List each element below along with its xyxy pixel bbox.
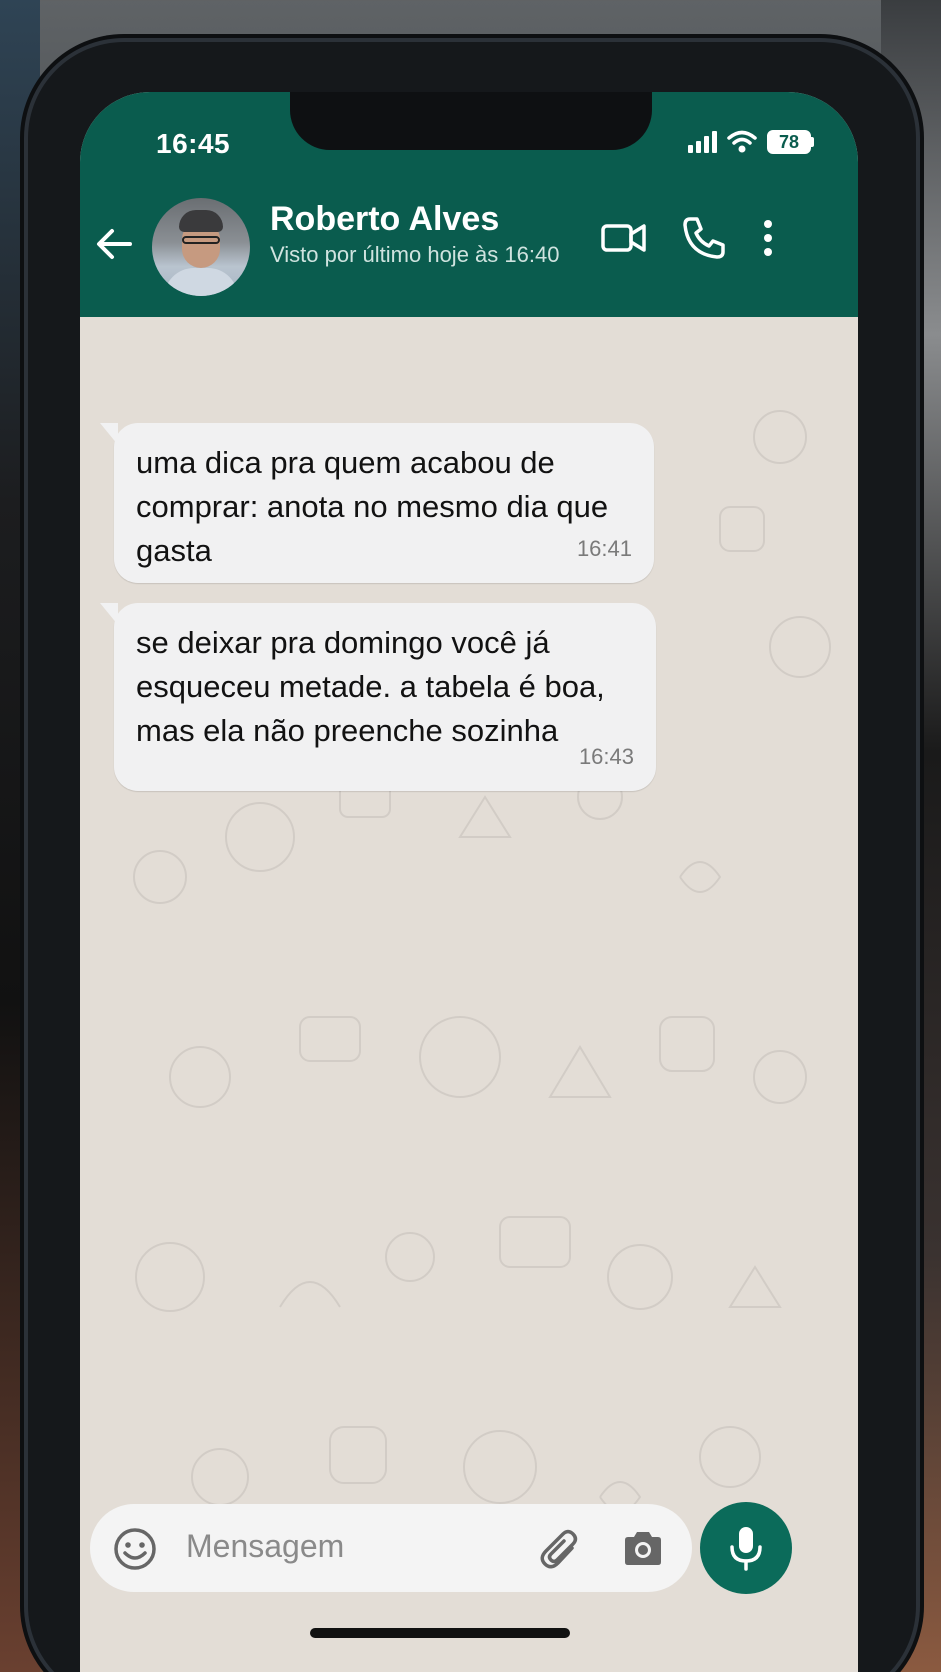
- message-text: se deixar pra domingo você já esqueceu m…: [136, 625, 605, 748]
- message-composer: Mensagem: [90, 1504, 692, 1592]
- battery-level: 78: [767, 130, 811, 154]
- attach-icon[interactable]: [538, 1526, 582, 1574]
- home-indicator[interactable]: [310, 1628, 570, 1638]
- phone-call-icon[interactable]: [680, 214, 728, 262]
- back-arrow-icon[interactable]: [92, 222, 136, 266]
- message-time: 16:41: [576, 536, 632, 561]
- status-icons: 78: [688, 130, 814, 154]
- chat-area[interactable]: uma dica pra quem acabou de comprar: ano…: [80, 317, 858, 1672]
- signal-icon: [688, 131, 717, 153]
- message-time: 16:43: [578, 744, 634, 769]
- phone-notch: [290, 92, 652, 150]
- message-input[interactable]: Mensagem: [186, 1528, 344, 1565]
- message-bubble[interactable]: se deixar pra domingo você já esqueceu m…: [100, 603, 656, 791]
- contact-name[interactable]: Roberto Alves: [270, 200, 499, 239]
- camera-icon[interactable]: [620, 1526, 666, 1572]
- phone-screen: 16:45 78 Roberto Alves Visto por último …: [80, 92, 858, 1672]
- microphone-icon: [730, 1527, 762, 1571]
- message-text: uma dica pra quem acabou de comprar: ano…: [136, 445, 609, 568]
- status-time: 16:45: [156, 128, 231, 159]
- battery-icon: 78: [767, 130, 814, 154]
- microphone-button[interactable]: [700, 1502, 792, 1594]
- message-bubble[interactable]: uma dica pra quem acabou de comprar: ano…: [100, 423, 654, 583]
- wifi-icon: [727, 130, 757, 153]
- avatar[interactable]: [150, 196, 252, 298]
- emoji-icon[interactable]: [112, 1526, 158, 1572]
- video-call-icon[interactable]: [600, 214, 648, 262]
- more-options-icon[interactable]: [756, 214, 780, 262]
- contact-last-seen: Visto por último hoje às 16:40: [270, 242, 560, 267]
